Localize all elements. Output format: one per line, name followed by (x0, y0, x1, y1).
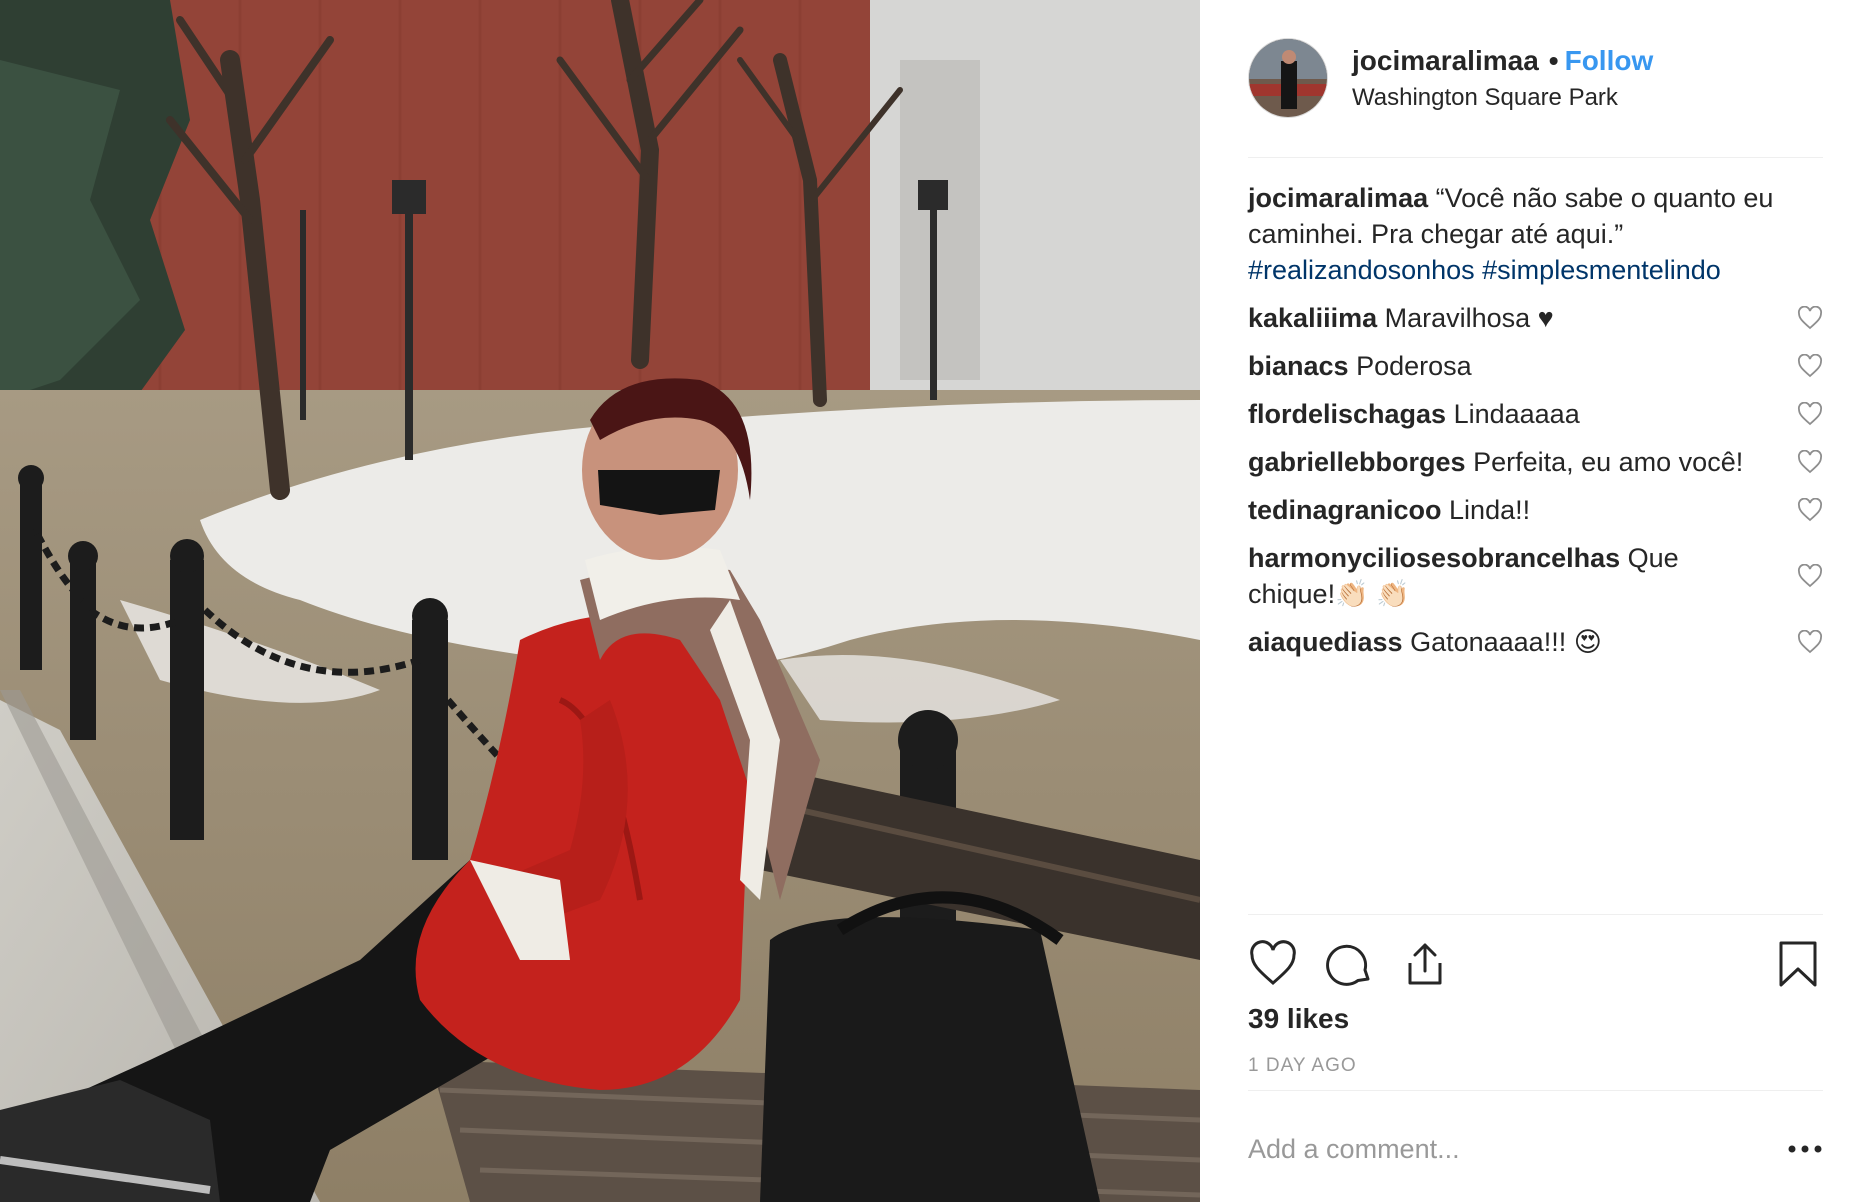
comment-username[interactable]: flordelischagas (1248, 399, 1446, 429)
comment-item: kakaliiima Maravilhosa ♥ (1248, 300, 1823, 336)
post-photo[interactable] (0, 0, 1200, 1202)
header-username[interactable]: jocimaralimaa (1352, 45, 1539, 76)
heart-outline-icon[interactable] (1797, 306, 1823, 330)
avatar[interactable] (1248, 38, 1328, 118)
add-comment-bar (1248, 1090, 1823, 1202)
heart-outline-icon[interactable] (1797, 630, 1823, 654)
share-icon[interactable] (1400, 939, 1450, 989)
separator-dot: • (1548, 45, 1559, 76)
comment-text: Gatonaaaa!!! 😍 (1402, 627, 1602, 657)
heart-icon[interactable] (1248, 939, 1298, 989)
heart-outline-icon[interactable] (1797, 498, 1823, 522)
heart-outline-icon[interactable] (1797, 402, 1823, 426)
location-link[interactable]: Washington Square Park (1352, 84, 1618, 112)
comment-username[interactable]: bianacs (1248, 351, 1349, 381)
post-header: jocimaralimaa • Follow Washington Square P… (1248, 36, 1823, 158)
comment-text: Maravilhosa ♥ (1377, 303, 1554, 333)
post-side-panel: jocimaralimaa • Follow Washington Square P… (1200, 0, 1870, 1202)
more-options-icon[interactable] (1787, 1141, 1823, 1157)
comment-username[interactable]: kakaliiima (1248, 303, 1377, 333)
comment-bubble-icon[interactable] (1324, 939, 1374, 989)
post-caption: jocimaralimaa “Você não sabe o quanto eu… (1248, 180, 1823, 288)
heart-outline-icon[interactable] (1797, 450, 1823, 474)
comment-username[interactable]: tedinagranicoo (1248, 495, 1442, 525)
add-comment-input[interactable] (1248, 1129, 1728, 1169)
comment-text: Poderosa (1348, 351, 1472, 381)
likes-count[interactable]: 39 likes (1248, 1003, 1349, 1035)
comment-text: Perfeita, eu amo você! (1465, 447, 1744, 477)
header-user-line: jocimaralimaa • Follow (1352, 45, 1653, 77)
comment-item: harmonyciliosesobrancelhas Que chique!👏🏻… (1248, 540, 1823, 612)
caption-hashtags[interactable]: #realizandosonhos #simplesmentelindo (1248, 255, 1721, 285)
comment-item: bianacs Poderosa (1248, 348, 1823, 384)
comment-item: aiaquediass Gatonaaaa!!! 😍 (1248, 624, 1823, 660)
comment-text: Linda!! (1441, 495, 1531, 525)
post-actions: 39 likes 1 DAY AGO (1248, 914, 1823, 1090)
comment-item: flordelischagas Lindaaaaa (1248, 396, 1823, 432)
heart-outline-icon[interactable] (1797, 354, 1823, 378)
follow-button[interactable]: Follow (1565, 45, 1654, 76)
comment-text: Lindaaaaa (1446, 399, 1580, 429)
comment-username[interactable]: aiaquediass (1248, 627, 1403, 657)
comment-item: tedinagranicoo Linda!! (1248, 492, 1823, 528)
heart-outline-icon[interactable] (1797, 564, 1823, 588)
comments-list: jocimaralimaa “Você não sabe o quanto eu… (1248, 180, 1823, 672)
comment-username[interactable]: harmonyciliosesobrancelhas (1248, 543, 1620, 573)
park-photo-image (0, 0, 1200, 1202)
comment-item: gabriellebborges Perfeita, eu amo você! (1248, 444, 1823, 480)
bookmark-icon[interactable] (1773, 939, 1823, 989)
caption-username[interactable]: jocimaralimaa (1248, 183, 1428, 213)
comment-username[interactable]: gabriellebborges (1248, 447, 1466, 477)
post-timestamp: 1 DAY AGO (1248, 1055, 1357, 1076)
